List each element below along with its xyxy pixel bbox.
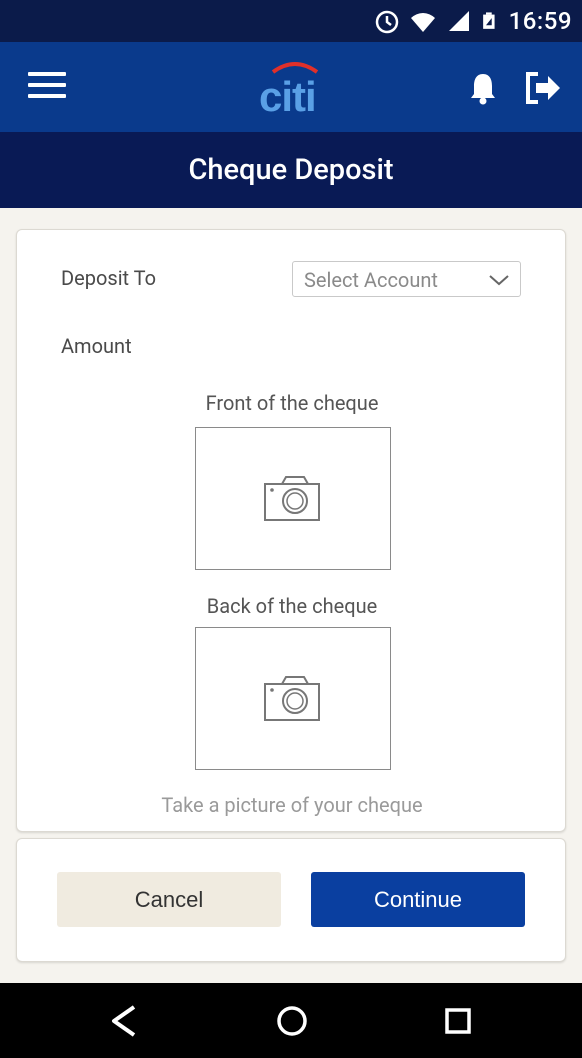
account-select-value: Select Account — [304, 268, 438, 292]
account-select[interactable]: Select Account — [292, 261, 521, 297]
title-bar: Cheque Deposit — [0, 132, 582, 208]
capture-hint: Take a picture of your cheque — [161, 793, 423, 817]
status-bar: 16:59 — [0, 0, 582, 42]
system-nav-bar — [0, 983, 582, 1058]
cancel-button[interactable]: Cancel — [57, 872, 281, 927]
status-time: 16:59 — [508, 7, 572, 35]
front-cheque-label: Front of the cheque — [205, 391, 379, 415]
hamburger-menu-icon[interactable] — [28, 72, 66, 102]
battery-icon — [482, 12, 495, 29]
amount-label: Amount — [61, 334, 132, 358]
home-icon[interactable] — [272, 1001, 312, 1041]
page-title: Cheque Deposit — [188, 153, 394, 187]
chevron-down-icon — [489, 275, 509, 286]
status-icons: 16:59 — [373, 0, 572, 42]
logout-icon[interactable] — [524, 70, 564, 106]
bell-icon[interactable] — [468, 70, 498, 106]
back-cheque-capture[interactable] — [195, 627, 391, 770]
citi-logo: citi — [255, 58, 327, 120]
cheque-deposit-form: Deposit To Select Account Amount Front o… — [16, 229, 566, 832]
deposit-to-label: Deposit To — [61, 266, 157, 290]
camera-icon — [264, 476, 320, 521]
alarm-icon — [375, 10, 398, 34]
recent-apps-icon[interactable] — [438, 1001, 478, 1041]
back-cheque-label: Back of the cheque — [206, 594, 378, 618]
camera-icon — [264, 676, 320, 721]
app-header: citi — [0, 42, 582, 132]
action-bar: Cancel Continue — [16, 838, 566, 962]
back-icon[interactable] — [104, 1001, 144, 1041]
front-cheque-capture[interactable] — [195, 427, 391, 570]
signal-icon — [448, 11, 469, 31]
logo-text: citi — [259, 73, 317, 120]
continue-button[interactable]: Continue — [311, 872, 525, 927]
wifi-icon — [410, 13, 435, 32]
